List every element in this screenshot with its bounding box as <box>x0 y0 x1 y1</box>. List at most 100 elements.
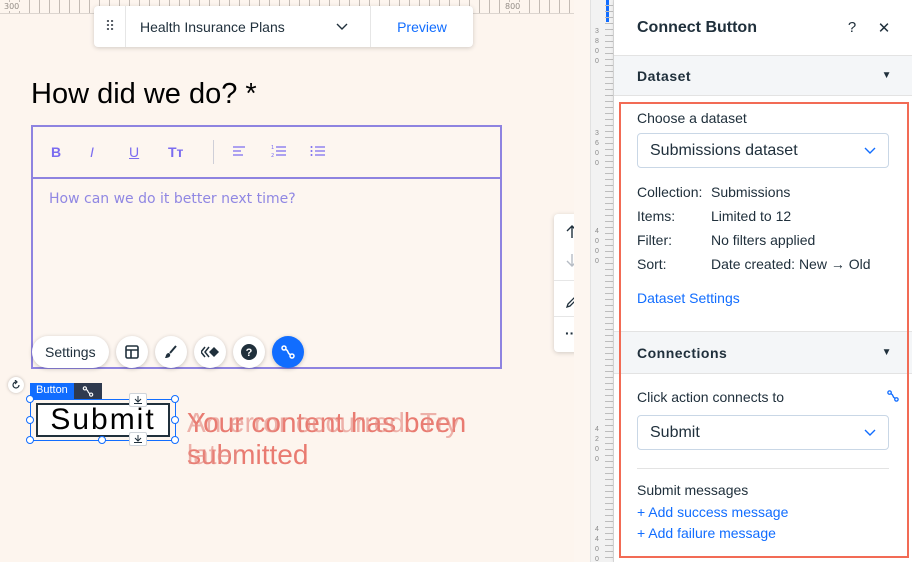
dataset-dropdown-value: Submissions dataset <box>650 141 798 159</box>
page-selector[interactable]: Health Insurance Plans <box>126 6 371 47</box>
resize-handle[interactable] <box>171 395 179 403</box>
connected-icon <box>73 383 102 399</box>
editor-canvas[interactable]: 300 800 ⠿ Health Insurance Plans Preview… <box>0 0 574 562</box>
resize-handle[interactable] <box>26 416 34 424</box>
info-value: Submissions <box>711 184 791 200</box>
ruler-ticks <box>605 0 613 562</box>
selected-element-frame[interactable]: Submit <box>26 393 179 446</box>
click-action-label: Click action connects to <box>637 389 785 405</box>
submit-messages-group: Submit messages + Add success message + … <box>637 468 889 541</box>
pencil-icon[interactable] <box>554 280 574 316</box>
connections-section-body: Click action connects to Submit Submit m… <box>614 374 912 541</box>
collapse-triangle-icon: ▼ <box>881 70 892 81</box>
page-toolbar: ⠿ Health Insurance Plans Preview <box>94 6 473 47</box>
reset-icon[interactable] <box>8 377 24 393</box>
dataset-dropdown[interactable]: Submissions dataset <box>637 133 889 168</box>
dataset-section-header[interactable]: Dataset ▼ <box>614 56 912 96</box>
ruler-number: 0 <box>595 556 599 562</box>
dataset-info: Collection: Submissions Items: Limited to … <box>637 180 889 276</box>
info-value: Date created: New → Old <box>711 256 871 272</box>
page-selector-label: Health Insurance Plans <box>140 18 285 35</box>
ruler-number: 0 <box>595 238 599 245</box>
failure-message-text: An error occurred. Try later <box>187 407 460 470</box>
info-key: Items: <box>637 208 676 224</box>
drag-handle-icon[interactable]: ⠿ <box>94 6 126 47</box>
ruler-number: 4 <box>595 228 599 235</box>
help-icon[interactable]: ? <box>232 336 265 368</box>
resize-handle[interactable] <box>26 395 34 403</box>
side-tools-bar: ··· <box>554 214 574 352</box>
selection-tag-label: Button <box>30 383 74 399</box>
ruler-label: 800 <box>504 2 522 11</box>
numbered-list-icon[interactable]: 12 <box>269 144 308 161</box>
ruler-number: 0 <box>595 58 599 65</box>
connections-section-header[interactable]: Connections ▼ <box>614 331 912 374</box>
connections-section-title: Connections <box>637 344 728 361</box>
svg-text:2: 2 <box>271 153 274 158</box>
dataset-section-title: Dataset <box>637 67 692 84</box>
info-row-items: Items: Limited to 12 <box>637 204 889 228</box>
ruler-number: 0 <box>595 258 599 265</box>
move-up-icon[interactable] <box>554 218 574 246</box>
chevron-down-icon <box>864 147 876 154</box>
settings-button[interactable]: Settings <box>32 336 109 368</box>
close-icon[interactable]: ✕ <box>872 19 896 37</box>
info-key: Sort: <box>637 256 667 272</box>
add-success-message-link[interactable]: + Add success message <box>637 504 889 520</box>
submit-button[interactable]: Submit <box>36 403 170 437</box>
ruler-number: 0 <box>595 546 599 553</box>
ruler-number: 3 <box>595 130 599 137</box>
text-size-button[interactable]: Tт <box>166 144 205 160</box>
rich-text-input[interactable]: B I U Tт 12 How can we do it better next… <box>31 125 502 369</box>
underline-button[interactable]: U <box>127 144 166 160</box>
ruler-label: 300 <box>3 2 21 11</box>
info-row-sort: Sort: Date created: New → Old <box>637 252 889 276</box>
click-action-dropdown[interactable]: Submit <box>637 415 889 450</box>
connect-data-icon[interactable] <box>887 390 899 402</box>
animation-icon[interactable] <box>193 336 226 368</box>
add-failure-message-link[interactable]: + Add failure message <box>637 525 889 541</box>
bold-button[interactable]: B <box>49 144 88 160</box>
more-icon[interactable]: ··· <box>554 316 574 348</box>
move-down-icon[interactable] <box>554 246 574 274</box>
help-icon[interactable]: ? <box>840 19 864 36</box>
stretch-down-icon[interactable] <box>129 432 147 446</box>
rich-text-toolbar: B I U Tт 12 <box>33 127 500 179</box>
dataset-settings-link[interactable]: Dataset Settings <box>637 290 889 306</box>
preview-button[interactable]: Preview <box>371 19 473 35</box>
italic-button[interactable]: I <box>88 144 127 160</box>
element-floating-toolbar: Settings ? <box>32 336 304 368</box>
ruler-number: 0 <box>595 150 599 157</box>
chevron-down-icon <box>336 23 348 30</box>
design-brush-icon[interactable] <box>154 336 187 368</box>
svg-text:?: ? <box>245 347 252 359</box>
stretch-down-icon[interactable] <box>129 393 147 407</box>
connect-button-panel: Connect Button ? ✕ Dataset ▼ Choose a da… <box>614 0 912 562</box>
info-key: Filter: <box>637 232 672 248</box>
ruler-number: 4 <box>595 536 599 543</box>
selection-tag: Button <box>30 383 102 399</box>
chevron-down-icon <box>864 429 876 436</box>
ruler-number: 3 <box>595 28 599 35</box>
info-key: Collection: <box>637 184 703 200</box>
align-left-icon[interactable] <box>230 144 269 160</box>
ruler-number: 0 <box>595 48 599 55</box>
ruler-number: 0 <box>595 160 599 167</box>
resize-handle[interactable] <box>26 436 34 444</box>
ruler-number: 8 <box>595 38 599 45</box>
panel-title: Connect Button <box>637 18 757 36</box>
ruler-number: 0 <box>595 446 599 453</box>
connect-data-icon[interactable] <box>271 336 304 368</box>
layout-icon[interactable] <box>115 336 148 368</box>
info-value: No filters applied <box>711 232 816 248</box>
dataset-section-body: Choose a dataset Submissions dataset Col… <box>614 96 912 306</box>
ruler-number: 4 <box>595 426 599 433</box>
ruler-number: 0 <box>595 456 599 463</box>
resize-handle[interactable] <box>171 416 179 424</box>
ruler-number: 6 <box>595 140 599 147</box>
question-title: How did we do? * <box>31 78 257 110</box>
bullet-list-icon[interactable] <box>308 144 347 161</box>
resize-handle[interactable] <box>171 436 179 444</box>
resize-handle[interactable] <box>98 436 106 444</box>
panel-header: Connect Button ? ✕ <box>614 0 912 56</box>
